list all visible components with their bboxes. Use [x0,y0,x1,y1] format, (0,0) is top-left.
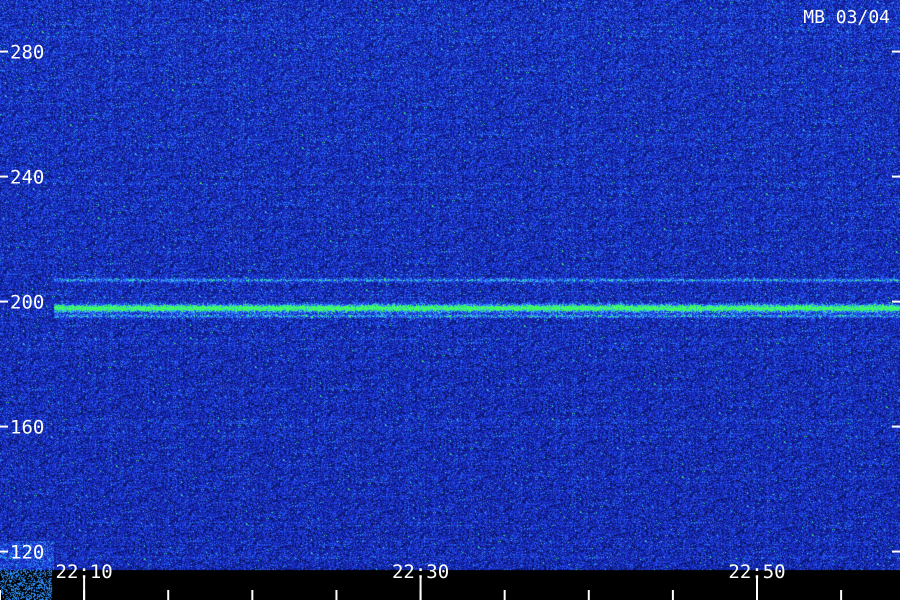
station-label: MB 03/04 [803,7,890,28]
spectrogram-axes-overlay: 280 240 200 160 120 22:10 22:30 22:50 MB 03/04 [0,7,900,600]
x-tick-label: 22:10 [56,561,113,583]
y-axis: 280 240 200 160 120 [0,42,900,564]
y-tick-label: 160 [10,417,44,439]
x-tick-label: 22:30 [392,561,449,583]
y-tick-label: 120 [10,542,44,564]
y-tick-label: 280 [10,42,44,64]
x-axis: 22:10 22:30 22:50 [0,561,843,600]
x-tick-label: 22:50 [728,561,785,583]
y-tick-label: 240 [10,167,44,189]
y-tick-label: 200 [10,292,44,314]
